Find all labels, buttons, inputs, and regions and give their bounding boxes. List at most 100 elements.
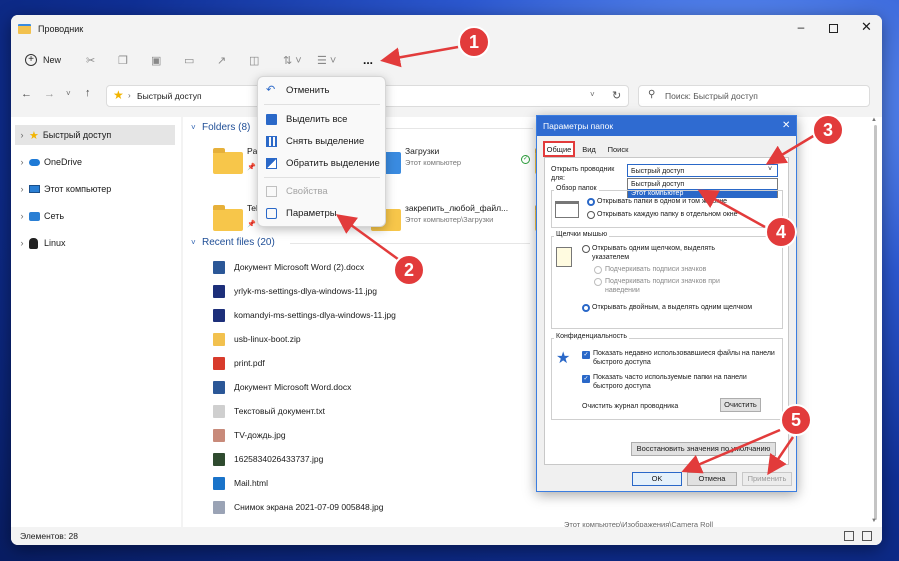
- ok-button[interactable]: OK: [632, 472, 682, 486]
- search-input[interactable]: Поиск: Быстрый доступ: [665, 91, 758, 101]
- scroll-up-icon[interactable]: ▲: [871, 117, 877, 123]
- cancel-button[interactable]: Отмена: [687, 472, 737, 486]
- expand-chevron-icon[interactable]: ›: [15, 211, 29, 221]
- sidebar-item-linux[interactable]: › Linux: [15, 233, 175, 253]
- refresh-icon[interactable]: ↻: [612, 89, 621, 102]
- share-icon[interactable]: ↗: [217, 50, 226, 70]
- menu-item-undo[interactable]: ↶ Отменить: [258, 79, 385, 101]
- tab-search[interactable]: Поиск: [603, 143, 633, 157]
- checkbox-frequent-folders[interactable]: ✓: [582, 375, 590, 383]
- dialog-title: Параметры папок: [543, 121, 614, 131]
- tab-general[interactable]: Общие: [543, 141, 575, 157]
- address-dropdown-icon[interactable]: ˅: [590, 90, 595, 99]
- recent-file-item[interactable]: 1625834026433737.jpg: [213, 449, 323, 469]
- recent-file-item[interactable]: Документ Microsoft Word (2).docx: [213, 257, 364, 277]
- recent-file-item[interactable]: Текстовый документ.txt: [213, 401, 325, 421]
- file-name: Снимок экрана 2021-07-09 005848.jpg: [234, 502, 384, 512]
- recent-chevron-icon[interactable]: ˅: [191, 238, 196, 247]
- sort-button[interactable]: ⇅ ˅: [283, 50, 302, 70]
- radio-new-window[interactable]: [587, 211, 595, 219]
- radio-underline-hover: [594, 278, 602, 286]
- forward-icon[interactable]: →: [44, 88, 55, 100]
- menu-item-invert-selection[interactable]: Обратить выделение: [258, 152, 385, 174]
- privacy-label: Конфиденциальность: [554, 333, 630, 340]
- menu-item-select-none[interactable]: Снять выделение: [258, 130, 385, 152]
- expand-chevron-icon[interactable]: ›: [15, 238, 29, 248]
- dropdown-option-quick-access[interactable]: Быстрый доступ: [631, 180, 776, 189]
- annotation-badge-3: 3: [812, 114, 844, 146]
- paste-icon[interactable]: ▣: [151, 50, 161, 70]
- radio-same-window[interactable]: [587, 198, 595, 206]
- file-name: TV-дождь.jpg: [234, 430, 286, 440]
- more-button[interactable]: ...: [363, 50, 373, 70]
- folders-chevron-icon[interactable]: ˅: [191, 123, 196, 132]
- restore-defaults-button[interactable]: Восстановить значения по умолчанию: [631, 442, 776, 456]
- scrollbar[interactable]: [874, 125, 877, 520]
- recent-file-item[interactable]: Документ Microsoft Word.docx: [213, 377, 351, 397]
- breadcrumb[interactable]: Быстрый доступ: [137, 91, 202, 101]
- tiles-view-icon[interactable]: [862, 531, 872, 541]
- up-icon[interactable]: ↑: [85, 87, 91, 99]
- menu-item-options[interactable]: Параметры: [258, 202, 385, 224]
- cut-icon[interactable]: ✂: [86, 50, 95, 70]
- open-in-label: Открыть проводник для:: [551, 166, 615, 182]
- expand-chevron-icon[interactable]: ›: [15, 184, 29, 194]
- tab-view[interactable]: Вид: [577, 143, 601, 157]
- annotation-badge-2: 2: [393, 254, 425, 286]
- folders-header[interactable]: Folders (8): [202, 122, 250, 133]
- view-button[interactable]: ☰ ˅: [317, 50, 336, 70]
- details-view-icon[interactable]: [844, 531, 854, 541]
- expand-chevron-icon[interactable]: ›: [15, 157, 29, 167]
- open-in-value: Быстрый доступ: [631, 168, 685, 175]
- folder-icon[interactable]: [213, 148, 243, 174]
- privacy-icon: ★: [556, 350, 571, 367]
- recent-file-item[interactable]: Снимок экрана 2021-07-09 005848.jpg: [213, 497, 383, 517]
- menu-item-label: Свойства: [286, 185, 328, 197]
- minimize-button[interactable]: –: [792, 20, 810, 34]
- maximize-button[interactable]: [829, 24, 838, 33]
- radio-underline-always: [594, 266, 602, 274]
- undo-icon: ↶: [266, 83, 276, 96]
- sidebar-item-network[interactable]: › Сеть: [15, 206, 175, 226]
- delete-icon[interactable]: ◫: [249, 50, 259, 70]
- radio-single-click[interactable]: [582, 245, 590, 253]
- sidebar-item-quick-access[interactable]: › ★ Быстрый доступ: [15, 125, 175, 145]
- underline-always-label: Подчеркивать подписи значков: [605, 266, 707, 273]
- rename-icon[interactable]: ▭: [184, 50, 194, 70]
- radio-double-click-label: Открывать двойным, а выделять одним щелч…: [592, 304, 753, 311]
- recent-files-header[interactable]: Recent files (20): [202, 237, 275, 248]
- scroll-down-icon[interactable]: ▼: [871, 518, 877, 524]
- menu-item-select-all[interactable]: Выделить все: [258, 108, 385, 130]
- folder-icon[interactable]: [213, 205, 243, 231]
- recent-chevron-icon[interactable]: ˅: [66, 89, 71, 98]
- open-in-select[interactable]: Быстрый доступ ˅: [627, 164, 778, 177]
- copy-icon[interactable]: ❐: [118, 50, 128, 70]
- browse-folders-icon: [555, 201, 579, 218]
- sidebar-item-onedrive[interactable]: › OneDrive: [15, 152, 175, 172]
- clear-history-button[interactable]: Очистить: [720, 398, 761, 412]
- sidebar-item-this-pc[interactable]: › Этот компьютер: [15, 179, 175, 199]
- expand-chevron-icon[interactable]: ›: [15, 130, 29, 140]
- radio-double-click[interactable]: [582, 304, 590, 312]
- dialog-close-icon[interactable]: ✕: [782, 116, 790, 136]
- annotation-badge-5: 5: [780, 404, 812, 436]
- star-icon: ★: [113, 88, 124, 102]
- recent-file-item[interactable]: Mail.html: [213, 473, 268, 493]
- close-button[interactable]: ✕: [861, 19, 872, 35]
- title-bar: Проводник – ✕: [11, 15, 882, 45]
- folder-name[interactable]: Pa: [247, 146, 257, 156]
- apply-button[interactable]: Применить: [742, 472, 792, 486]
- checkbox-recent-files[interactable]: ✓: [582, 351, 590, 359]
- folder-name[interactable]: закрепить_любой_файл...: [405, 203, 508, 213]
- menu-item-properties: Свойства: [258, 180, 385, 202]
- recent-divider: [290, 243, 530, 244]
- recent-file-item[interactable]: usb-linux-boot.zip: [213, 329, 301, 349]
- recent-file-item[interactable]: print.pdf: [213, 353, 265, 373]
- back-icon[interactable]: ←: [21, 88, 32, 100]
- new-button[interactable]: + New: [25, 50, 61, 70]
- search-box[interactable]: ⚲ Поиск: Быстрый доступ: [638, 85, 870, 107]
- recent-file-item[interactable]: yrlyk-ms-settings-dlya-windows-11.jpg: [213, 281, 377, 301]
- recent-file-item[interactable]: komandyi-ms-settings-dlya-windows-11.jpg: [213, 305, 396, 325]
- recent-file-item[interactable]: TV-дождь.jpg: [213, 425, 286, 445]
- folder-name[interactable]: Загрузки: [405, 146, 439, 156]
